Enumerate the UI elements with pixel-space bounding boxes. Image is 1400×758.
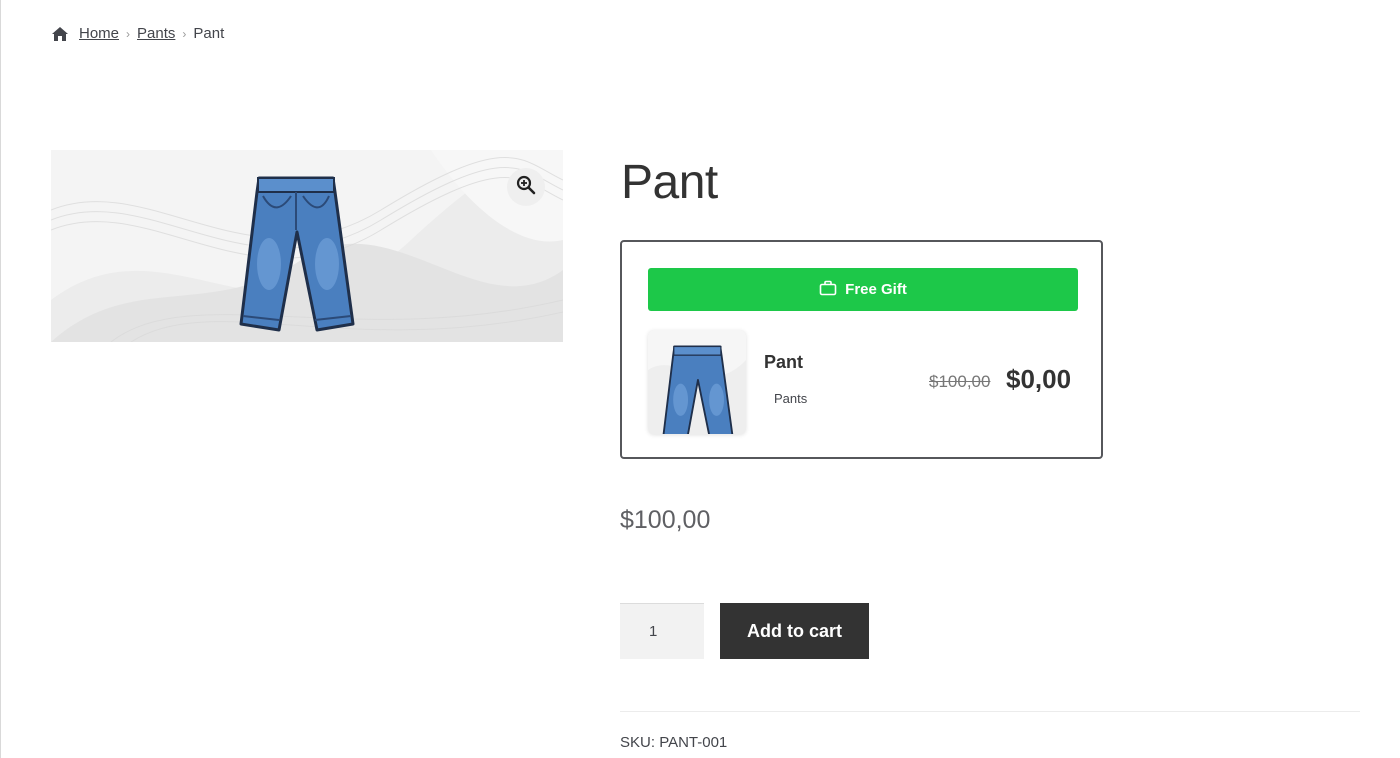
gift-sale-price: $0,00 — [1006, 364, 1072, 394]
breadcrumb-separator: › — [182, 26, 187, 41]
free-gift-box: Free Gift Pant Pants $100,00 $0,00 — [620, 240, 1103, 459]
sku-label: SKU: — [620, 734, 656, 751]
zoom-in-icon — [516, 175, 536, 200]
product-title: Pant — [621, 156, 718, 209]
quantity-input[interactable] — [620, 603, 704, 659]
sku-value: PANT-001 — [659, 734, 728, 751]
page-left-border — [0, 0, 1, 758]
add-to-cart-button[interactable]: Add to cart — [720, 603, 869, 659]
breadcrumb: Home › Pants › Pant — [51, 25, 224, 42]
gift-product-name: Pant — [764, 352, 804, 372]
breadcrumb-separator: › — [126, 26, 131, 41]
free-gift-banner[interactable]: Free Gift — [648, 268, 1078, 311]
gift-product-thumbnail[interactable] — [648, 330, 746, 434]
product-image[interactable] — [51, 150, 563, 342]
zoom-button[interactable] — [507, 168, 545, 206]
gift-product-category: Pants — [774, 391, 808, 406]
divider — [620, 711, 1360, 712]
gift-bag-icon — [819, 280, 837, 300]
home-icon — [51, 26, 69, 42]
breadcrumb-home-link[interactable]: Home — [79, 25, 119, 42]
breadcrumb-current: Pant — [193, 25, 225, 42]
free-gift-label: Free Gift — [845, 281, 907, 298]
jeans-illustration — [239, 176, 355, 332]
gift-original-price: $100,00 — [929, 372, 991, 391]
breadcrumb-pants-link[interactable]: Pants — [137, 25, 175, 42]
product-meta: SKU: PANT-001 — [620, 734, 727, 751]
product-price: $100,00 — [620, 506, 711, 534]
